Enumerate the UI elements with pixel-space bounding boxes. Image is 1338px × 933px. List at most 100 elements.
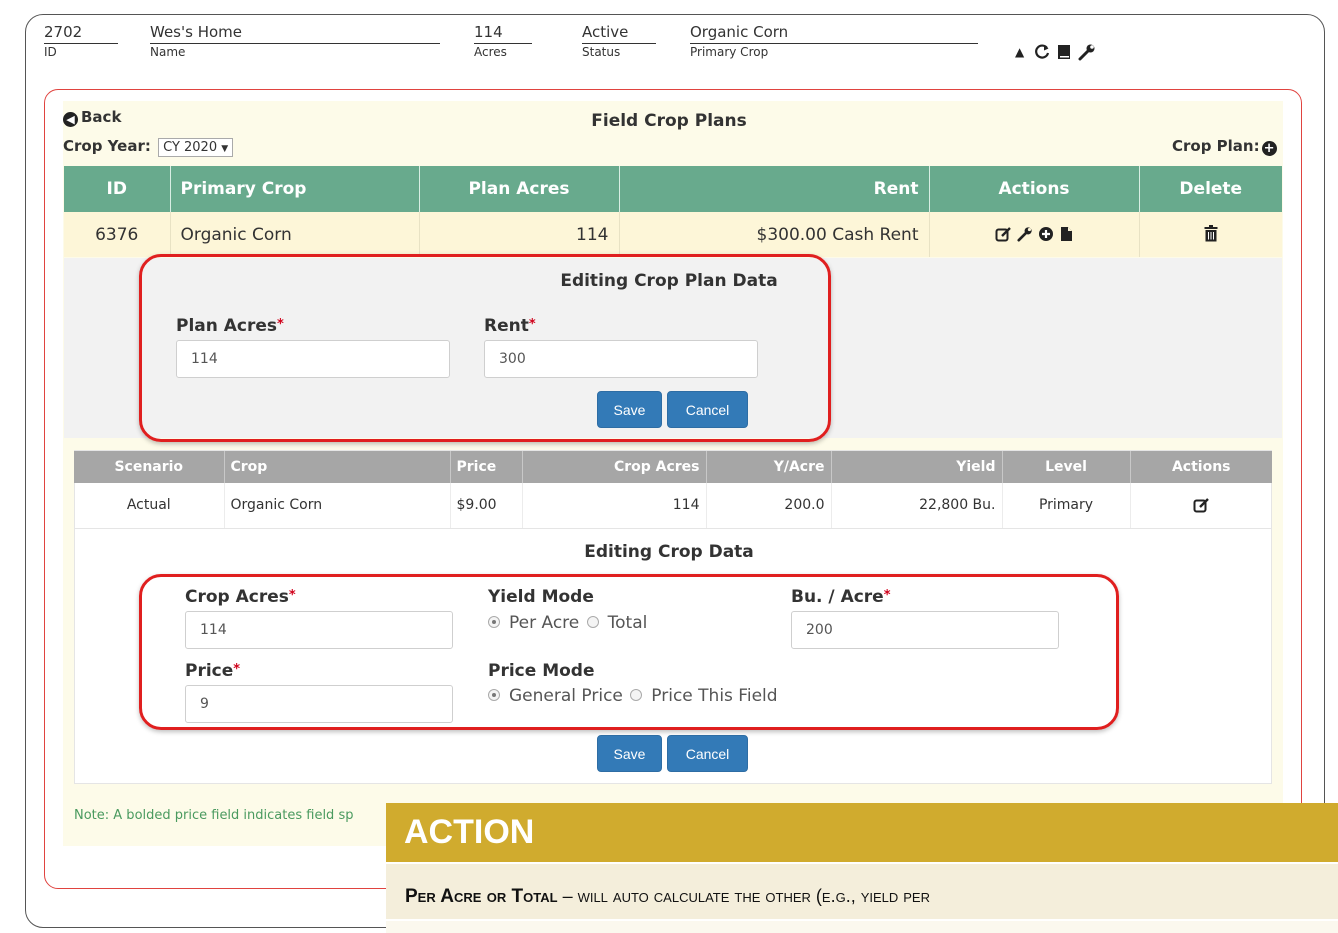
field-id: 2702 ID [44, 23, 118, 59]
radio-selected-icon [488, 689, 500, 701]
field-name: Wes's Home Name [150, 23, 440, 59]
col-level[interactable]: Level [1002, 451, 1131, 483]
plus-circle-icon[interactable] [1038, 225, 1054, 245]
price-label: Price* [185, 661, 241, 681]
plan-acres-label: Plan Acres* [176, 316, 284, 336]
col-y-acre[interactable]: Y/Acre [706, 451, 832, 483]
crop-plans-table: ID Primary Crop Plan Acres Rent Actions … [64, 166, 1282, 257]
radio-per-acre[interactable]: Per Acre [488, 613, 579, 633]
plus-circle-icon: + [1261, 141, 1277, 156]
callout-description: – will auto calculate the other (e.g., y… [557, 886, 930, 906]
callout-text: Per Acre or Total – will auto calculate … [386, 864, 1338, 919]
yield-mode-radios: Per Acre Total [488, 613, 647, 633]
field-acres-value: 114 [474, 23, 532, 44]
bu-acre-label: Bu. / Acre* [791, 587, 891, 607]
save-button[interactable]: Save [597, 735, 662, 772]
col-delete: Delete [1139, 166, 1282, 212]
field-primary-crop: Organic Corn Primary Crop [690, 23, 978, 59]
field-name-value: Wes's Home [150, 23, 440, 44]
page-title: Field Crop Plans [591, 111, 747, 131]
crop-price: $9.00 [450, 483, 523, 529]
col-yield[interactable]: Yield [831, 451, 1003, 483]
radio-selected-icon [488, 616, 500, 628]
callout-heading: ACTION [386, 803, 1338, 862]
crop-y-acre: 200.0 [706, 483, 832, 529]
price-input[interactable]: 9 [185, 685, 453, 723]
wrench-icon[interactable] [1017, 225, 1033, 245]
action-callout: ACTION Per Acre or Total – will auto cal… [386, 803, 1338, 933]
crop-year-label: Crop Year: [63, 137, 151, 155]
caret-up-icon[interactable]: ▲ [1015, 45, 1026, 59]
col-scenario[interactable]: Scenario [74, 451, 225, 483]
add-crop-plan-button[interactable]: Crop Plan: + [1172, 137, 1277, 156]
cancel-button[interactable]: Cancel [667, 391, 748, 428]
plan-crop: Organic Corn [170, 212, 420, 257]
crop-acres-label: Crop Acres* [185, 587, 296, 607]
plan-edit-title: Editing Crop Plan Data [560, 271, 778, 291]
col-actions: Actions [1130, 451, 1272, 483]
plan-delete [1139, 212, 1282, 257]
rent-label: Rent* [484, 316, 536, 336]
cancel-button[interactable]: Cancel [667, 735, 748, 772]
book-icon[interactable] [1050, 43, 1071, 63]
plan-actions [929, 212, 1140, 257]
col-id[interactable]: ID [64, 166, 171, 212]
crop-year-select[interactable]: CY 2020 ▼ [158, 138, 234, 157]
crop-table: Scenario Crop Price Crop Acres Y/Acre Yi… [74, 451, 1272, 529]
table-row[interactable]: 6376 Organic Corn 114 $300.00 Cash Rent [64, 212, 1282, 257]
crop-edit-title: Editing Crop Data [584, 542, 754, 562]
save-button[interactable]: Save [597, 391, 662, 428]
callout-term: Per Acre or Total [405, 886, 558, 907]
field-primary-crop-label: Primary Crop [690, 45, 769, 59]
crop-actions [1130, 483, 1272, 529]
field-primary-crop-value: Organic Corn [690, 23, 978, 44]
crop-scenario: Actual [74, 483, 225, 529]
plan-rent: $300.00 Cash Rent [619, 212, 930, 257]
field-id-label: ID [44, 45, 57, 59]
col-crop-acres[interactable]: Crop Acres [522, 451, 707, 483]
field-status-label: Status [582, 45, 621, 59]
trash-icon[interactable] [1204, 224, 1218, 245]
col-plan-acres[interactable]: Plan Acres [419, 166, 620, 212]
price-note: Note: A bolded price field indicates fie… [74, 808, 354, 823]
radio-total[interactable]: Total [585, 613, 647, 633]
radio-general-price[interactable]: General Price [488, 686, 623, 706]
yield-mode-label: Yield Mode [488, 587, 594, 607]
wrench-icon[interactable] [1071, 43, 1096, 63]
edit-icon[interactable] [1193, 497, 1210, 513]
col-price[interactable]: Price [450, 451, 523, 483]
price-mode-label: Price Mode [488, 661, 595, 681]
crop-plan-label: Crop Plan: [1172, 137, 1260, 155]
col-crop[interactable]: Crop [224, 451, 451, 483]
crop-year-filter: Crop Year: CY 2020 ▼ [63, 137, 234, 157]
field-name-label: Name [150, 45, 186, 59]
table-header-row: Scenario Crop Price Crop Acres Y/Acre Yi… [74, 451, 1272, 483]
radio-empty-icon [630, 689, 643, 701]
radio-empty-icon [586, 616, 599, 628]
table-row[interactable]: Actual Organic Corn $9.00 114 200.0 22,8… [74, 483, 1272, 529]
plan-acres-input[interactable]: 114 [176, 340, 450, 378]
field-status-value: Active [582, 23, 656, 44]
crop-acres: 114 [522, 483, 707, 529]
crop-acres-input[interactable]: 114 [185, 611, 453, 649]
crop-name: Organic Corn [224, 483, 451, 529]
header-toolbar: ▲ [1015, 43, 1096, 63]
crop-yield: 22,800 Bu. [831, 483, 1003, 529]
refresh-icon[interactable] [1026, 43, 1049, 63]
field-acres: 114 Acres [474, 23, 532, 59]
dropdown-caret-icon: ▼ [221, 144, 229, 154]
bu-acre-input[interactable]: 200 [791, 611, 1059, 649]
price-mode-radios: General Price Price This Field [488, 686, 778, 706]
field-status: Active Status [582, 23, 656, 59]
col-rent[interactable]: Rent [619, 166, 930, 212]
col-primary-crop[interactable]: Primary Crop [170, 166, 420, 212]
rent-input[interactable]: 300 [484, 340, 758, 378]
table-header-row: ID Primary Crop Plan Acres Rent Actions … [64, 166, 1282, 212]
radio-price-this-field[interactable]: Price This Field [628, 686, 778, 706]
document-icon[interactable] [1060, 225, 1073, 245]
field-acres-label: Acres [474, 45, 507, 59]
callout-next-row [386, 919, 1338, 933]
plan-id: 6376 [64, 212, 171, 257]
col-actions: Actions [929, 166, 1140, 212]
edit-icon[interactable] [995, 225, 1012, 245]
